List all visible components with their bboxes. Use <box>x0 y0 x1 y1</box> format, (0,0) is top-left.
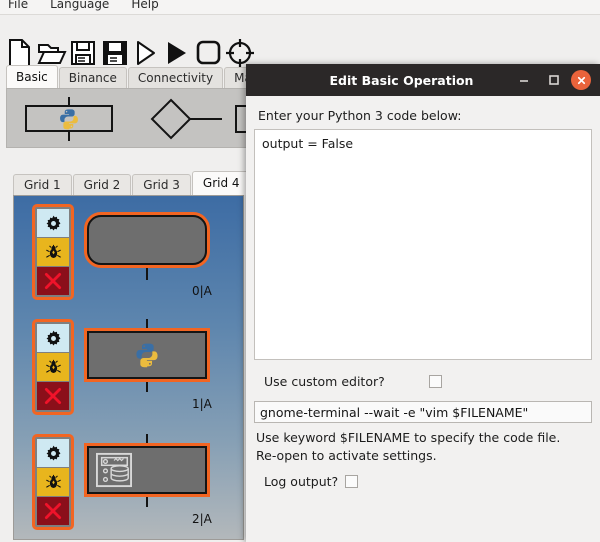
node-settings-button[interactable] <box>37 439 69 467</box>
editor-command-value: gnome-terminal --wait -e "vim $FILENAME" <box>260 404 529 420</box>
stop-icon <box>196 40 221 65</box>
grid-tab-3[interactable]: Grid 3 <box>132 174 191 195</box>
python-icon <box>60 109 78 130</box>
editor-command-input[interactable]: gnome-terminal --wait -e "vim $FILENAME" <box>254 401 592 423</box>
toolbar <box>0 16 600 67</box>
gear-icon <box>46 215 60 230</box>
close-x-icon <box>44 502 62 520</box>
flow-node[interactable] <box>84 443 210 497</box>
close-button[interactable] <box>571 70 591 90</box>
custom-editor-label: Use custom editor? <box>264 374 385 389</box>
menu-bar: File Language Help <box>0 0 600 14</box>
gear-icon <box>46 330 60 345</box>
dialog-title: Edit Basic Operation <box>329 72 474 88</box>
log-output-row: Log output? <box>254 474 592 489</box>
node-debug-button[interactable] <box>37 238 69 266</box>
menu-help[interactable]: Help <box>131 0 158 11</box>
gear-icon <box>46 445 60 460</box>
menu-language[interactable]: Language <box>50 0 109 11</box>
custom-editor-checkbox[interactable] <box>428 375 442 388</box>
node-label: 2|A <box>192 512 212 526</box>
decision-shape[interactable] <box>149 97 229 141</box>
maximize-icon <box>549 75 559 85</box>
node-control-bar <box>32 319 74 415</box>
code-label: Enter your Python 3 code below: <box>258 108 462 123</box>
flow-node[interactable] <box>84 212 210 268</box>
log-output-checkbox[interactable] <box>345 475 359 488</box>
node-settings-button[interactable] <box>37 209 69 237</box>
node-row: 0|A <box>14 204 243 316</box>
flow-canvas[interactable]: 0|A 1|A 2|A <box>13 195 244 540</box>
node-delete-button[interactable] <box>37 382 69 410</box>
dialog-title-bar[interactable]: Edit Basic Operation <box>246 64 600 96</box>
new-file-icon <box>9 39 30 67</box>
node-debug-button[interactable] <box>37 468 69 496</box>
node-label: 0|A <box>192 284 212 298</box>
tab-binance[interactable]: Binance <box>58 67 127 88</box>
palette-tabs: Basic Binance Connectivity Mac <box>6 65 269 88</box>
python-operation-shape[interactable] <box>25 97 113 141</box>
node-delete-button[interactable] <box>37 267 69 295</box>
grid-tab-4[interactable]: Grid 4 <box>191 171 251 195</box>
maximize-button[interactable] <box>541 67 567 93</box>
shape-palette <box>6 88 265 148</box>
tab-connectivity[interactable]: Connectivity <box>127 67 224 88</box>
grid-tab-1[interactable]: Grid 1 <box>13 174 72 195</box>
flow-node[interactable] <box>84 328 210 382</box>
python-icon <box>136 343 158 368</box>
node-control-bar <box>32 204 74 300</box>
node-label: 1|A <box>192 397 212 411</box>
edit-basic-operation-dialog: Edit Basic Operation Enter your Python 3… <box>246 64 600 542</box>
node-connector-stub <box>146 268 148 280</box>
node-settings-button[interactable] <box>37 324 69 352</box>
grid-tab-2[interactable]: Grid 2 <box>72 174 132 195</box>
dialog-body: Enter your Python 3 code below: output =… <box>246 96 600 542</box>
custom-editor-row: Use custom editor? <box>254 374 592 389</box>
log-output-label: Log output? <box>264 474 339 489</box>
minimize-icon <box>520 80 528 82</box>
code-textarea[interactable]: output = False <box>254 129 592 360</box>
bug-icon <box>45 359 61 373</box>
minimize-button[interactable] <box>511 67 537 93</box>
close-icon <box>577 76 585 84</box>
open-folder-icon <box>37 44 67 64</box>
save-as-icon <box>103 41 127 65</box>
node-connector-stub <box>146 497 148 507</box>
node-delete-button[interactable] <box>37 497 69 525</box>
diamond-icon <box>150 98 222 140</box>
database-icon <box>96 452 132 488</box>
grid-tabs: Grid 1 Grid 2 Grid 3 Grid 4 G <box>13 171 284 195</box>
menu-divider <box>0 14 600 15</box>
bug-icon <box>45 244 61 258</box>
filename-hint: Use keyword $FILENAME to specify the cod… <box>256 430 561 445</box>
node-row: 1|A <box>14 319 243 431</box>
bug-icon <box>45 474 61 488</box>
node-connector-stub <box>146 382 148 392</box>
menu-file[interactable]: File <box>8 0 28 11</box>
save-icon <box>71 41 95 65</box>
run-icon <box>168 42 186 64</box>
node-row: 2|A <box>14 434 243 539</box>
reopen-hint: Re-open to activate settings. <box>256 448 437 463</box>
step-icon <box>137 41 155 65</box>
close-x-icon <box>44 387 62 405</box>
node-control-bar <box>32 434 74 530</box>
palette-spacer <box>6 148 258 158</box>
tab-basic[interactable]: Basic <box>6 65 58 88</box>
close-x-icon <box>44 272 62 290</box>
node-debug-button[interactable] <box>37 353 69 381</box>
